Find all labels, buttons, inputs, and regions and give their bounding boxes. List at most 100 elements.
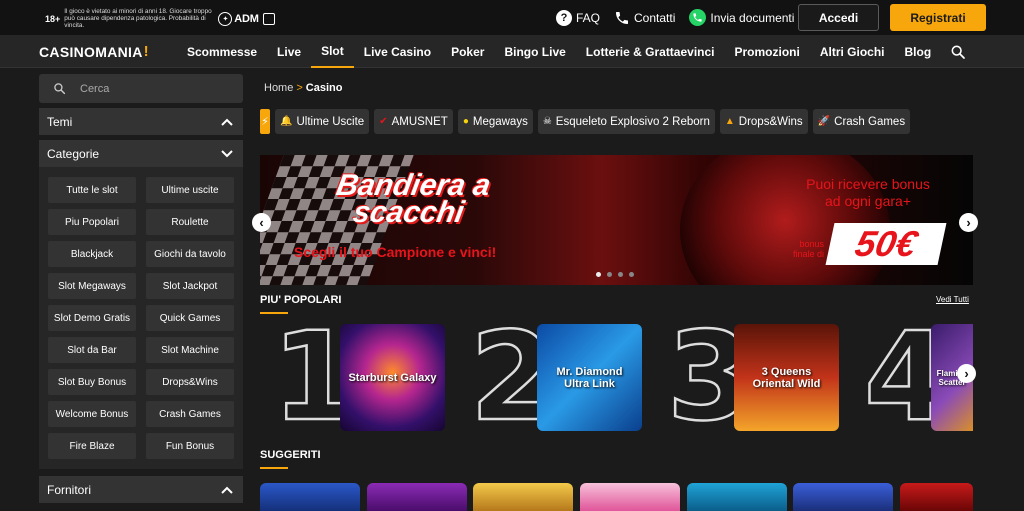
promo-banner[interactable]: Bandiera a scacchi Scegli il tuo Campion… xyxy=(260,155,973,285)
category-quick-games[interactable]: Quick Games xyxy=(146,305,234,331)
category-giochi-da-tavolo[interactable]: Giochi da tavolo xyxy=(146,241,234,267)
chip-crash-games[interactable]: 🚀 Crash Games xyxy=(812,109,911,134)
nav-item-lotterie[interactable]: Lotterie & Grattaevinci xyxy=(576,35,725,68)
breadcrumb-home[interactable]: Home xyxy=(264,82,293,94)
nav-item-scommesse[interactable]: Scommesse xyxy=(187,35,267,68)
see-all-link[interactable]: Vedi Tutti xyxy=(936,295,969,304)
accordion-fornitori-label: Fornitori xyxy=(47,482,92,497)
coin-icon: ● xyxy=(462,116,469,127)
suggested-underline xyxy=(260,467,288,469)
accordion-categorie[interactable]: Categorie xyxy=(39,140,243,167)
category-welcome-bonus[interactable]: Welcome Bonus xyxy=(48,401,136,427)
category-slot-jackpot[interactable]: Slot Jackpot xyxy=(146,273,234,299)
chevron-up-icon xyxy=(221,118,233,126)
category-ultime-uscite[interactable]: Ultime uscite xyxy=(146,177,234,203)
breadcrumb-separator: > xyxy=(296,82,303,94)
nav-item-bingo-live[interactable]: Bingo Live xyxy=(494,35,575,68)
accordion-temi[interactable]: Temi xyxy=(39,108,243,135)
racer-helmet-graphic xyxy=(680,155,890,285)
sidebar: Temi Categorie Tutte le slot Ultime usci… xyxy=(39,74,243,511)
accordion-fornitori[interactable]: Fornitori xyxy=(39,476,243,503)
category-slot-megaways[interactable]: Slot Megaways xyxy=(48,273,136,299)
suggested-game-tile[interactable] xyxy=(473,483,573,511)
brand-name: CASINOMANIA xyxy=(39,43,143,60)
nav-item-live[interactable]: Live xyxy=(267,35,311,68)
skull-icon: ☠ xyxy=(542,116,552,127)
breadcrumb-current: Casino xyxy=(305,82,343,94)
chevron-down-icon xyxy=(221,149,233,157)
category-crash-games[interactable]: Crash Games xyxy=(146,401,234,427)
documents-link[interactable]: Invia documenti xyxy=(689,9,794,26)
nav-item-live-casino[interactable]: Live Casino xyxy=(354,35,441,68)
register-button[interactable]: Registrati xyxy=(890,4,986,31)
banner-amount: 50€ xyxy=(825,223,947,265)
banner-pagination xyxy=(596,272,634,277)
chip-ultime-uscite[interactable]: 🔔 Ultime Uscite xyxy=(275,109,370,134)
category-slot-demo-gratis[interactable]: Slot Demo Gratis xyxy=(48,305,136,331)
contacts-link[interactable]: Contatti xyxy=(614,10,675,26)
suggested-game-tile[interactable] xyxy=(367,483,467,511)
chip-label: Esqueleto Explosivo 2 Reborn xyxy=(555,115,710,128)
banner-dot[interactable] xyxy=(618,272,623,277)
top-bar: 18+ Il gioco è vietato ai minori di anni… xyxy=(0,0,1024,35)
nav-item-slot[interactable]: Slot xyxy=(311,35,354,68)
suggested-game-tile[interactable] xyxy=(687,483,787,511)
game-tile-3-queens[interactable]: 3 Queens Oriental Wild xyxy=(734,324,839,431)
check-icon: ✔ xyxy=(379,116,388,127)
search-icon xyxy=(54,83,66,95)
game-title: 3 Queens Oriental Wild xyxy=(752,365,821,390)
banner-dot[interactable] xyxy=(629,272,634,277)
casinomania-logo[interactable]: CASINOMANIA ! xyxy=(39,43,149,60)
chip-esqueleto-explosivo[interactable]: ☠ Esqueleto Explosivo 2 Reborn xyxy=(537,109,715,134)
popular-section-title: PIU' POPOLARI xyxy=(260,294,342,306)
game-title: Starburst Galaxy xyxy=(348,371,437,384)
suggested-game-tile[interactable] xyxy=(580,483,680,511)
question-icon: ? xyxy=(556,9,572,26)
nav-item-poker[interactable]: Poker xyxy=(441,35,494,68)
category-fun-bonus[interactable]: Fun Bonus xyxy=(146,433,234,459)
nav-items: Scommesse Live Slot Live Casino Poker Bi… xyxy=(187,35,941,68)
category-tutte-le-slot[interactable]: Tutte le slot xyxy=(48,177,136,203)
chip-amusnet[interactable]: ✔ AMUSNET xyxy=(374,109,453,134)
nav-item-promozioni[interactable]: Promozioni xyxy=(725,35,810,68)
category-roulette[interactable]: Roulette xyxy=(146,209,234,235)
nav-item-altri-giochi[interactable]: Altri Giochi xyxy=(810,35,895,68)
chip-megaways[interactable]: ● Megaways xyxy=(457,109,533,134)
category-slot-da-bar[interactable]: Slot da Bar xyxy=(48,337,136,363)
chip-label: Crash Games xyxy=(834,115,906,128)
chip-drops-wins[interactable]: ▲ Drops&Wins xyxy=(719,109,808,134)
banner-dot[interactable] xyxy=(607,272,612,277)
login-button[interactable]: Accedi xyxy=(798,4,879,31)
chip-label: Drops&Wins xyxy=(738,115,803,128)
game-tile-starburst-galaxy[interactable]: Starburst Galaxy xyxy=(340,324,445,431)
suggested-game-tile[interactable] xyxy=(260,483,360,511)
category-slot-machine[interactable]: Slot Machine xyxy=(146,337,234,363)
documents-label: Invia documenti xyxy=(710,10,795,25)
category-fire-blaze[interactable]: Fire Blaze xyxy=(48,433,136,459)
contacts-label: Contatti xyxy=(634,10,676,25)
banner-dot[interactable] xyxy=(596,272,601,277)
search-icon[interactable] xyxy=(950,44,966,60)
sidebar-search xyxy=(39,74,243,103)
game-title: Mr. Diamond Ultra Link xyxy=(556,365,623,390)
main-nav: CASINOMANIA ! Scommesse Live Slot Live C… xyxy=(0,35,1024,68)
faq-link[interactable]: ? FAQ xyxy=(556,9,600,26)
suggested-section-title: SUGGERITI xyxy=(260,449,321,461)
banner-next-button[interactable]: › xyxy=(959,213,978,232)
category-blackjack[interactable]: Blackjack xyxy=(48,241,136,267)
popular-next-button[interactable]: › xyxy=(957,364,976,383)
category-piu-popolari[interactable]: Piu Popolari xyxy=(48,209,136,235)
adm-logo: ✦ ADM xyxy=(218,11,275,26)
suggested-game-tile[interactable] xyxy=(793,483,893,511)
banner-subtitle: Scegli il tuo Campione e vinci! xyxy=(294,244,497,260)
nav-item-blog[interactable]: Blog xyxy=(895,35,942,68)
suggested-game-tile[interactable] xyxy=(900,483,973,511)
category-drops-wins[interactable]: Drops&Wins xyxy=(146,369,234,395)
search-input[interactable] xyxy=(80,82,220,95)
category-slot-buy-bonus[interactable]: Slot Buy Bonus xyxy=(48,369,136,395)
adm-emblem-icon: ✦ xyxy=(218,11,233,26)
accordion-categorie-label: Categorie xyxy=(47,146,100,161)
game-tile-mr-diamond[interactable]: Mr. Diamond Ultra Link xyxy=(537,324,642,431)
banner-prev-button[interactable]: ‹ xyxy=(252,213,271,232)
whatsapp-icon xyxy=(689,9,707,26)
